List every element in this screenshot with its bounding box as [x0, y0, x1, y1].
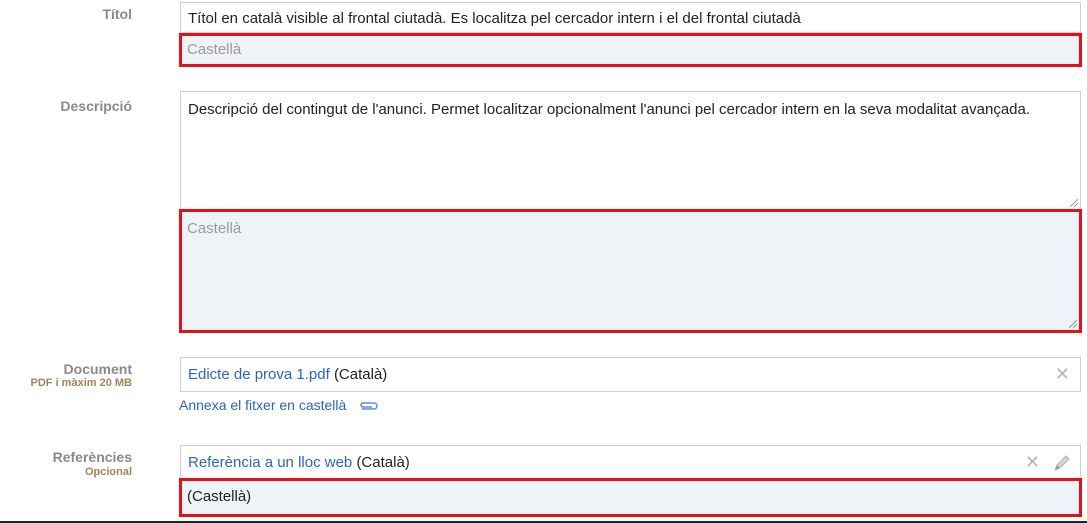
pencil-icon[interactable]	[1052, 453, 1072, 473]
referencies-ca-row: Referència a un lloc web (Català) ✕	[180, 445, 1081, 480]
descripcio-label: Descripció	[60, 98, 132, 114]
referencies-label: Referències	[52, 449, 132, 465]
document-file-lang: (Català)	[333, 366, 388, 383]
close-icon[interactable]: ✕	[1055, 364, 1070, 384]
resize-handle-icon[interactable]	[1069, 320, 1077, 328]
titol-label: Títol	[102, 6, 132, 22]
titol-ca-input[interactable]: Títol en català visible al frontal ciuta…	[180, 2, 1081, 33]
paperclip-icon[interactable]	[356, 400, 380, 412]
referencia-lang: (Català)	[356, 454, 410, 471]
attach-es-row[interactable]: Annexa el fitxer en castellà	[179, 397, 380, 413]
descripcio-ca-textarea[interactable]: Descripció del contingut de l'anunci. Pe…	[180, 91, 1081, 210]
document-file-link[interactable]: Edicte de prova 1.pdf	[188, 366, 330, 383]
referencies-hint: Opcional	[84, 466, 132, 478]
descripcio-es-placeholder: Castellà	[187, 220, 242, 237]
referencies-es-row[interactable]: (Castellà)	[179, 478, 1082, 517]
referencies-es-value: (Castellà)	[187, 488, 252, 505]
descripcio-es-textarea[interactable]: Castellà	[179, 209, 1082, 333]
descripcio-ca-value: Descripció del contingut de l'anunci. Pe…	[188, 101, 1031, 118]
titol-ca-value: Títol en català visible al frontal ciuta…	[188, 10, 801, 27]
titol-es-placeholder: Castellà	[187, 41, 242, 58]
resize-handle-icon[interactable]	[1070, 199, 1078, 207]
referencia-link[interactable]: Referència a un lloc web	[188, 454, 352, 471]
close-icon[interactable]: ✕	[1025, 452, 1040, 472]
document-hint: PDF i màxim 20 MB	[30, 377, 132, 389]
attach-es-link[interactable]: Annexa el fitxer en castellà	[179, 397, 346, 413]
document-label: Document	[63, 361, 132, 377]
titol-es-input[interactable]: Castellà	[179, 33, 1082, 67]
document-ca-file: Edicte de prova 1.pdf (Català) ✕	[180, 357, 1081, 392]
